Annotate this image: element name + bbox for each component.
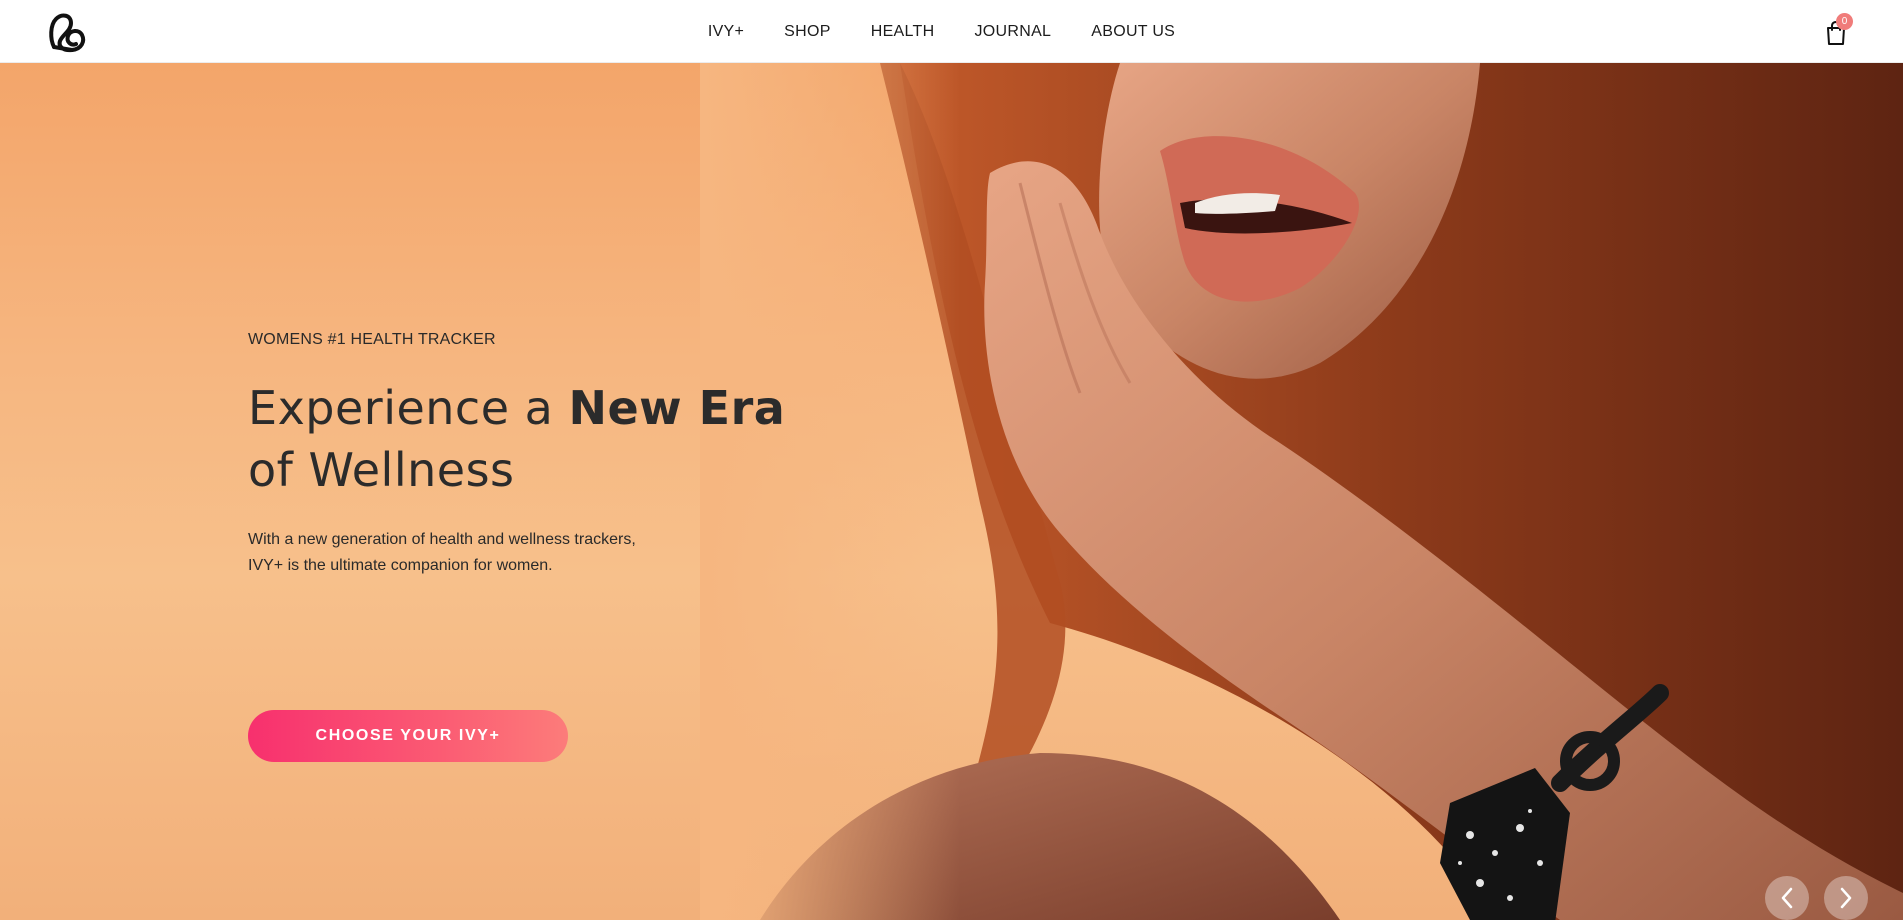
cart-count-badge: 0: [1836, 13, 1853, 30]
ivy-logo-icon[interactable]: [44, 9, 92, 55]
hero-content: WOMENS #1 HEALTH TRACKER Experience a Ne…: [248, 331, 868, 762]
nav-shop[interactable]: SHOP: [784, 23, 831, 41]
subtext-line1: With a new generation of health and well…: [248, 531, 636, 548]
subtext-line2: IVY+ is the ultimate companion for women…: [248, 557, 553, 574]
nav-ivy-plus[interactable]: IVY+: [708, 23, 744, 41]
site-header: IVY+ SHOP HEALTH JOURNAL ABOUT US 0: [0, 0, 1903, 63]
headline-part1: Experience a: [248, 381, 569, 435]
hero-banner: WOMENS #1 HEALTH TRACKER Experience a Ne…: [0, 63, 1903, 920]
chevron-left-icon: [1781, 887, 1793, 909]
headline-part3: of Wellness: [248, 443, 515, 497]
nav-health[interactable]: HEALTH: [871, 23, 935, 41]
hero-subtext: With a new generation of health and well…: [248, 527, 668, 579]
carousel-next-button[interactable]: [1824, 876, 1868, 920]
nav-journal[interactable]: JOURNAL: [974, 23, 1051, 41]
chevron-right-icon: [1840, 887, 1852, 909]
choose-your-ivy-button[interactable]: CHOOSE YOUR IVY+: [248, 710, 568, 762]
nav-about-us[interactable]: ABOUT US: [1091, 23, 1175, 41]
hero-eyebrow: WOMENS #1 HEALTH TRACKER: [248, 331, 496, 348]
headline-bold: New Era: [568, 381, 786, 435]
cart-button[interactable]: 0: [1822, 13, 1853, 47]
main-nav: IVY+ SHOP HEALTH JOURNAL ABOUT US: [0, 0, 1903, 63]
hero-headline: Experience a New Era of Wellness: [248, 377, 868, 501]
carousel-prev-button[interactable]: [1765, 876, 1809, 920]
